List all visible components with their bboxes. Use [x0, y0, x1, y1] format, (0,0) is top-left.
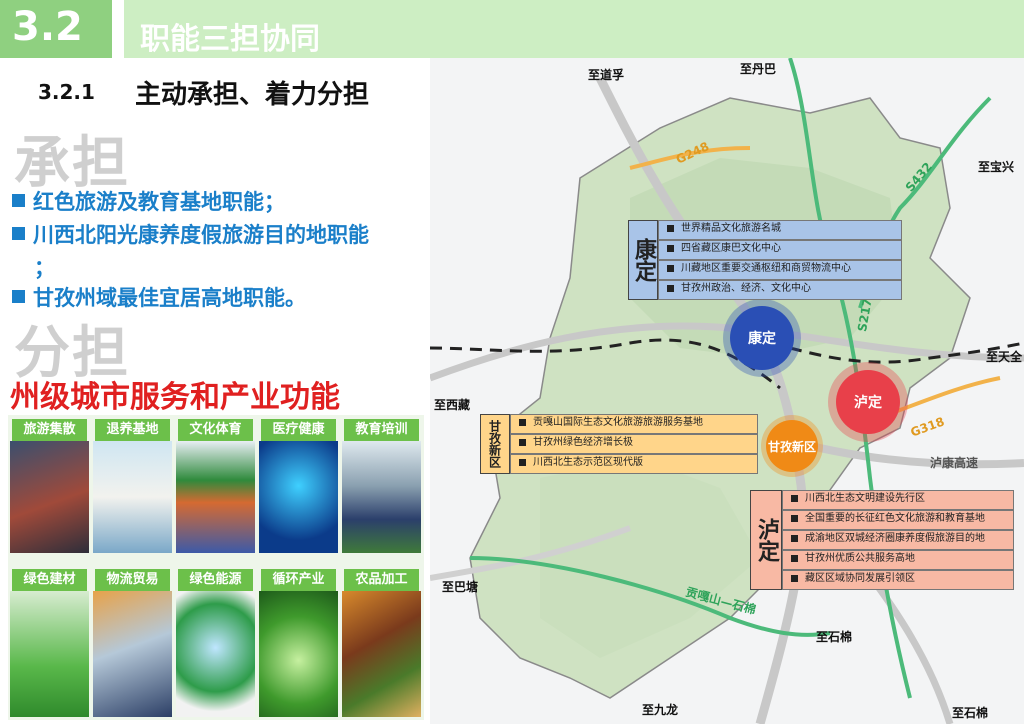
subheading-title: 主动承担、着力分担	[135, 80, 370, 110]
tile-education: 教育培训	[342, 417, 421, 553]
ganzi-new-area-callout-head: 甘孜新区	[480, 414, 510, 474]
map-base	[430, 58, 1024, 724]
green-building-photo	[10, 591, 89, 717]
tile-recycling: 循环产业	[259, 567, 338, 717]
bullet-square-icon	[12, 194, 25, 207]
luding-node: 泸定	[836, 370, 900, 434]
tile-tourism: 旅游集散	[10, 417, 89, 553]
tile-agri-processing: 农品加工	[342, 567, 421, 717]
luding-item: 成渝地区双城经济圈康养度假旅游目的地	[782, 530, 1014, 550]
dest-baoxing: 至宝兴	[978, 160, 1015, 174]
graduation-photo	[342, 441, 421, 553]
region-map: 至道孚 至丹巴 至宝兴 至天全 至西藏 至巴塘 至石棉 至九龙 至石棉 G248…	[430, 58, 1024, 724]
healthcare-photo	[259, 441, 338, 553]
kangding-item: 世界精品文化旅游名城	[658, 220, 902, 240]
dest-danba: 至丹巴	[740, 62, 777, 76]
ganzi-new-area-node: 甘孜新区	[766, 420, 818, 472]
bullet-square-icon	[12, 227, 25, 240]
section-number-block: 3.2	[0, 0, 112, 58]
recycling-photo	[259, 591, 338, 717]
tile-healthcare: 医疗健康	[259, 417, 338, 553]
logistics-photo	[93, 591, 172, 717]
stadium-photo	[176, 441, 255, 553]
chengdan-item-continuation: ；	[34, 256, 55, 280]
kangding-node: 康定	[730, 306, 794, 370]
subheading-number: 3.2.1	[38, 80, 95, 104]
luding-callout-head: 泸定	[750, 490, 782, 590]
tile-culture-sports: 文化体育	[176, 417, 255, 553]
tile-green-building: 绿色建材	[10, 567, 89, 717]
kangding-callout-head: 康定	[628, 220, 658, 300]
ganzi-new-area-item: 贡嘎山国际生态文化旅游旅游服务基地	[510, 414, 758, 434]
chengdan-item: 红色旅游及教育基地职能；	[12, 186, 285, 216]
ganzi-new-area-item: 川西北生态示范区现代版	[510, 454, 758, 474]
luding-item: 甘孜州优质公共服务高地	[782, 550, 1014, 570]
fendan-subtitle: 州级城市服务和产业功能	[10, 380, 340, 415]
dest-shimian-2: 至石棉	[952, 706, 989, 720]
luding-item: 全国重要的长征红色文化旅游和教育基地	[782, 510, 1014, 530]
dest-jiulong: 至九龙	[642, 703, 679, 717]
tourism-photo	[10, 441, 89, 553]
kangding-callout: 康定 世界精品文化旅游名城 四省藏区康巴文化中心 川藏地区重要交通枢纽和商贸物流…	[628, 220, 902, 300]
luding-callout: 泸定 川西北生态文明建设先行区 全国重要的长征红色文化旅游和教育基地 成渝地区双…	[750, 490, 1014, 590]
dest-tianquan: 至天全	[986, 350, 1023, 364]
dest-xizang: 至西藏	[434, 398, 471, 412]
retirement-photo	[93, 441, 172, 553]
luding-item: 藏区区域协同发展引领区	[782, 570, 1014, 590]
green-energy-photo	[176, 591, 255, 717]
luding-item: 川西北生态文明建设先行区	[782, 490, 1014, 510]
section-title: 职能三担协同	[140, 22, 320, 57]
kangding-item: 四省藏区康巴文化中心	[658, 240, 902, 260]
kangding-item: 甘孜州政治、经济、文化中心	[658, 280, 902, 300]
bullet-square-icon	[12, 290, 25, 303]
ganzi-new-area-item: 甘孜州绿色经济增长极	[510, 434, 758, 454]
tile-logistics: 物流贸易	[93, 567, 172, 717]
ganzi-new-area-callout: 甘孜新区 贡嘎山国际生态文化旅游旅游服务基地 甘孜州绿色经济增长极 川西北生态示…	[480, 414, 758, 474]
section-number: 3.2	[12, 4, 83, 50]
tile-retirement: 退养基地	[93, 417, 172, 553]
kangding-item: 川藏地区重要交通枢纽和商贸物流中心	[658, 260, 902, 280]
chengdan-item: 川西北阳光康养度假旅游目的地职能	[12, 219, 369, 249]
road-expressway: 泸康高速	[930, 456, 979, 470]
dest-shimian-1: 至石棉	[816, 630, 853, 644]
dest-daofu: 至道孚	[588, 68, 625, 82]
tile-green-energy: 绿色能源	[176, 567, 255, 717]
agri-food-photo	[342, 591, 421, 717]
function-tiles-grid: 旅游集散 退养基地 文化体育 医疗健康 教育培训 绿色建材 物流贸易 绿色能源 …	[8, 415, 424, 720]
dest-batang: 至巴塘	[442, 580, 479, 594]
section-title-bar: 职能三担协同	[124, 0, 1024, 58]
